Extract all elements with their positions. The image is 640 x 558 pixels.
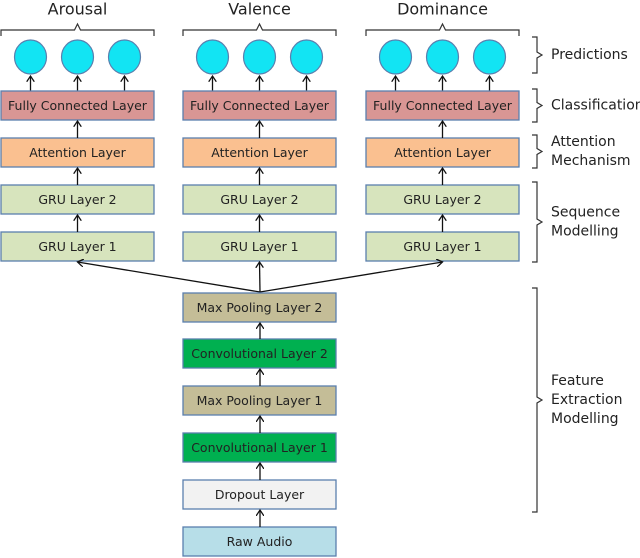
- top-brace: [182, 22, 337, 36]
- raw-audio-label: Raw Audio: [227, 534, 293, 549]
- predictions-brace: [532, 36, 544, 74]
- classification-brace: [532, 88, 544, 123]
- attention-mechanism-label: Mechanism: [551, 153, 631, 169]
- prediction-node: [195, 39, 230, 75]
- fully-connected-layer-label: Fully Connected Layer: [190, 98, 330, 113]
- top-brace: [0, 22, 155, 36]
- max-pooling-layer-1-label: Max Pooling Layer 1: [197, 393, 323, 408]
- gru-layer-2-label: GRU Layer 2: [38, 192, 116, 207]
- architecture-diagram: Arousal Fully Connected Layer Attention La…: [0, 0, 640, 557]
- prediction-node: [107, 39, 142, 75]
- predictions-label: Predictions: [551, 47, 628, 63]
- prediction-node: [60, 39, 95, 75]
- dropout-layer-label: Dropout Layer: [215, 487, 305, 502]
- attention-layer-label: Attention Layer: [394, 145, 491, 160]
- fully-connected-layer-label: Fully Connected Layer: [8, 98, 148, 113]
- sequence-modelling-label: Modelling: [551, 224, 619, 240]
- branch-title-arousal: Arousal: [48, 0, 108, 19]
- branch-title-valence: Valence: [228, 0, 291, 19]
- prediction-node: [289, 39, 324, 75]
- branch-input-arrow: [260, 262, 261, 293]
- gru-layer-1-label: GRU Layer 1: [403, 239, 481, 254]
- branch-input-arrow: [259, 262, 443, 293]
- gru-layer-2-label: GRU Layer 2: [403, 192, 481, 207]
- attention-mechanism-label: Attention: [551, 134, 616, 150]
- feature-extraction-modelling-brace: [532, 287, 544, 513]
- prediction-node: [472, 39, 507, 75]
- sequence-modelling-label: Sequence: [551, 205, 620, 221]
- branch-input-arrow: [78, 262, 261, 293]
- prediction-node: [13, 39, 48, 75]
- fully-connected-layer-label: Fully Connected Layer: [373, 98, 513, 113]
- attention-layer-label: Attention Layer: [211, 145, 308, 160]
- convolutional-layer-2-label: Convolutional Layer 2: [191, 346, 328, 361]
- gru-layer-1-label: GRU Layer 1: [220, 239, 298, 254]
- convolutional-layer-1-label: Convolutional Layer 1: [191, 440, 328, 455]
- max-pooling-layer-2-label: Max Pooling Layer 2: [197, 300, 323, 315]
- sequence-modelling-brace: [532, 181, 544, 263]
- feature-extraction-modelling-label: Feature: [551, 373, 604, 389]
- classification-label: Classification: [551, 98, 640, 114]
- top-brace: [365, 22, 520, 36]
- prediction-node: [242, 39, 277, 75]
- attention-layer-label: Attention Layer: [29, 145, 126, 160]
- attention-mechanism-brace: [532, 134, 544, 169]
- branch-title-dominance: Dominance: [397, 0, 488, 19]
- gru-layer-2-label: GRU Layer 2: [220, 192, 298, 207]
- gru-layer-1-label: GRU Layer 1: [38, 239, 116, 254]
- feature-extraction-modelling-label: Extraction: [551, 392, 622, 408]
- feature-extraction-modelling-label: Modelling: [551, 411, 619, 427]
- prediction-node: [425, 39, 460, 75]
- prediction-node: [378, 39, 413, 75]
